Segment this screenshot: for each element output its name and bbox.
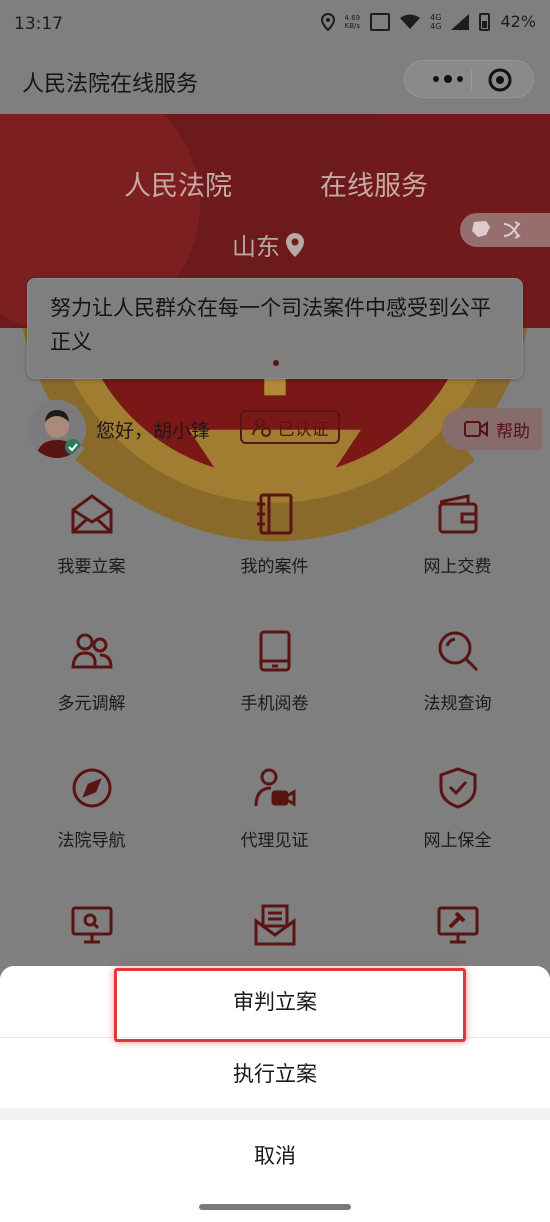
mail-document-icon [254, 904, 295, 946]
service-label: 法院导航 [57, 831, 126, 851]
verified-badge[interactable]: 已认证 [240, 410, 340, 444]
service-online-payment[interactable]: 网上交费 [366, 478, 549, 608]
service-label: 手机阅卷 [240, 694, 309, 714]
battery-level: 42% [500, 12, 536, 31]
net-type-1: 4G [430, 12, 442, 22]
tablet-icon [259, 630, 290, 672]
monitor-search-icon [71, 906, 112, 944]
service-label: 代理见证 [240, 831, 309, 851]
home-indicator[interactable] [199, 1204, 351, 1210]
battery-icon [479, 12, 491, 31]
help-button[interactable]: 帮助 [442, 408, 542, 450]
location-pin-icon [286, 232, 304, 257]
user-video-icon [254, 768, 295, 807]
service-court-navigation[interactable]: 法院导航 [0, 752, 183, 882]
avatar[interactable] [28, 400, 86, 458]
capsule-divider [471, 70, 472, 90]
service-label: 我要立案 [57, 557, 126, 577]
service-label: 网上交费 [423, 557, 492, 577]
trial-filing-option[interactable]: 审判立案 [0, 966, 550, 1036]
user-verified-icon [251, 418, 271, 437]
sheet-gap [0, 1108, 550, 1120]
net-speed: 4.69 KB/s [345, 14, 361, 30]
user-row: 您好，胡小锋 已认证 帮助 [28, 400, 542, 460]
status-bar: 13:17 4.69 KB/s 4G 4G 42% [0, 0, 550, 52]
service-online-preservation[interactable]: 网上保全 [366, 752, 549, 882]
service-law-search[interactable]: 法规查询 [366, 615, 549, 745]
video-camera-icon [464, 421, 488, 437]
execution-filing-option[interactable]: 执行立案 [0, 1038, 550, 1108]
more-button[interactable] [425, 61, 470, 97]
region-selector[interactable]: 山东 [232, 227, 306, 262]
banner-title-right: 在线服务 [320, 171, 428, 202]
cancel-label: 取消 [254, 1144, 296, 1168]
wallet-icon [438, 494, 477, 534]
gavel-screen-icon [437, 906, 478, 944]
location-status-icon [320, 12, 335, 31]
banner-title-left: 人民法院 [124, 171, 232, 202]
shield-check-icon [439, 767, 476, 809]
signal-icon [451, 13, 470, 30]
status-time: 13:17 [14, 14, 63, 34]
net-speed-value: 4.69 [344, 13, 361, 22]
notice-card[interactable]: 努力让人民群众在每一个司法案件中感受到公平正义 [27, 278, 523, 379]
region-switch-button[interactable] [460, 213, 550, 247]
more-dots-icon [432, 75, 463, 83]
net-speed-unit: KB/s [344, 21, 361, 30]
service-mediation[interactable]: 多元调解 [0, 615, 183, 745]
verified-label: 已认证 [277, 419, 329, 440]
nfc-icon [370, 12, 391, 31]
service-file-case[interactable]: 我要立案 [0, 478, 183, 608]
map-shuffle-icon [472, 221, 521, 239]
status-icons: 4.69 KB/s 4G 4G 42% [320, 12, 536, 31]
service-label: 我的案件 [240, 557, 309, 577]
region-label: 山东 [232, 233, 280, 261]
service-label: 法规查询 [423, 694, 492, 714]
trial-filing-label: 审判立案 [233, 990, 317, 1014]
execution-filing-label: 执行立案 [233, 1062, 317, 1086]
service-mobile-review[interactable]: 手机阅卷 [183, 615, 366, 745]
mini-program-capsule [404, 60, 534, 98]
wifi-icon [400, 14, 421, 29]
notice-text: 努力让人民群众在每一个司法案件中感受到公平正义 [50, 296, 491, 354]
help-label: 帮助 [496, 421, 530, 442]
people-icon [70, 633, 113, 669]
envelope-open-icon [71, 494, 112, 534]
page-title: 人民法院在线服务 [22, 72, 199, 97]
target-circle-icon[interactable] [487, 67, 513, 93]
service-proxy-witness[interactable]: 代理见证 [183, 752, 366, 882]
net-type: 4G 4G [430, 13, 441, 31]
service-my-cases[interactable]: 我的案件 [183, 478, 366, 608]
search-icon [438, 631, 478, 672]
net-type-2: 4G [430, 21, 442, 31]
carousel-indicator [273, 360, 279, 366]
cancel-button[interactable]: 取消 [0, 1120, 550, 1190]
user-greeting: 您好，胡小锋 [96, 420, 211, 442]
service-label: 网上保全 [423, 831, 492, 851]
compass-icon [72, 768, 111, 808]
notebook-icon [256, 493, 292, 535]
service-label: 多元调解 [57, 694, 126, 714]
avatar-icon [28, 400, 86, 458]
